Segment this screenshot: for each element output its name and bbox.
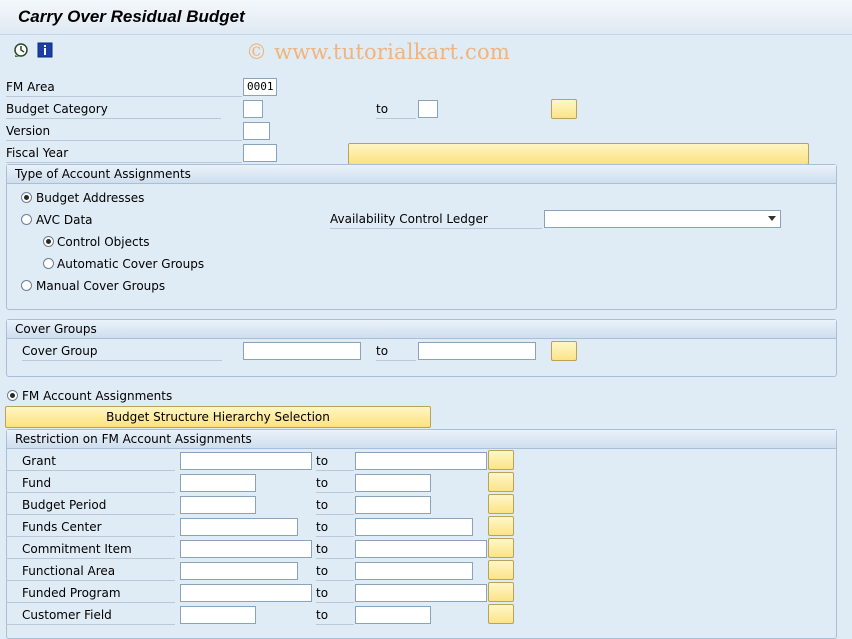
funded-program-from-input[interactable] xyxy=(180,584,312,602)
budget-period-to-input[interactable] xyxy=(355,496,431,514)
cover-groups-title: Cover Groups xyxy=(7,320,836,339)
budget-category-multiple-selection-button[interactable] xyxy=(551,99,577,119)
commitment-item-label: Commitment Item xyxy=(6,540,175,559)
cover-group-to-label: to xyxy=(376,342,416,361)
funds-center-to-label: to xyxy=(316,518,354,537)
funds-center-to-input[interactable] xyxy=(355,518,473,536)
budget-period-multiple-selection-button[interactable] xyxy=(488,494,514,514)
functional-area-to-input[interactable] xyxy=(355,562,473,580)
funds-center-multiple-selection-button[interactable] xyxy=(488,516,514,536)
budget-period-from-input[interactable] xyxy=(180,496,256,514)
grant-to-input[interactable] xyxy=(355,452,487,470)
fund-from-input[interactable] xyxy=(180,474,256,492)
chevron-down-icon xyxy=(768,216,776,221)
grant-multiple-selection-button[interactable] xyxy=(488,450,514,470)
commitment-item-to-label: to xyxy=(316,540,354,559)
customer-field-from-input[interactable] xyxy=(180,606,256,624)
funded-program-label: Funded Program xyxy=(6,584,175,603)
budget-structure-hierarchy-button[interactable]: Budget Structure Hierarchy Selection xyxy=(5,406,431,428)
restriction-title: Restriction on FM Account Assignments xyxy=(7,430,836,449)
cover-group-multiple-selection-button[interactable] xyxy=(551,341,577,361)
fund-multiple-selection-button[interactable] xyxy=(488,472,514,492)
availability-control-ledger-dropdown[interactable] xyxy=(544,210,781,228)
fm-area-label: FM Area xyxy=(6,78,242,97)
availability-control-ledger-label: Availability Control Ledger xyxy=(330,210,542,229)
functional-area-to-label: to xyxy=(316,562,354,581)
avc-data-radio[interactable] xyxy=(21,214,32,225)
budget-category-to-input[interactable] xyxy=(418,100,438,118)
cover-group-from-input[interactable] xyxy=(243,342,361,360)
commitment-item-from-input[interactable] xyxy=(180,540,312,558)
budget-category-from-input[interactable] xyxy=(243,100,263,118)
budget-category-to-label: to xyxy=(376,100,416,119)
automatic-cover-groups-radio[interactable] xyxy=(43,258,54,269)
budget-period-label: Budget Period xyxy=(6,496,175,515)
functional-area-multiple-selection-button[interactable] xyxy=(488,560,514,580)
page-title: Carry Over Residual Budget xyxy=(18,7,245,26)
info-icon[interactable] xyxy=(37,42,53,58)
functional-area-from-input[interactable] xyxy=(180,562,298,580)
watermark-text: © www.tutorialkart.com xyxy=(246,40,510,64)
funded-program-to-label: to xyxy=(316,584,354,603)
account-assignments-title: Type of Account Assignments xyxy=(7,165,836,184)
fund-to-input[interactable] xyxy=(355,474,431,492)
avc-data-label: AVC Data xyxy=(36,213,93,227)
customer-field-multiple-selection-button[interactable] xyxy=(488,604,514,624)
execute-clock-icon[interactable] xyxy=(13,42,29,58)
fm-account-assignments-label: FM Account Assignments xyxy=(22,389,173,403)
funds-center-label: Funds Center xyxy=(6,518,175,537)
functional-area-label: Functional Area xyxy=(6,562,175,581)
customer-field-to-input[interactable] xyxy=(355,606,431,624)
fm-area-input[interactable]: 0001 xyxy=(243,78,277,96)
budget-category-label: Budget Category xyxy=(6,100,221,119)
funded-program-multiple-selection-button[interactable] xyxy=(488,582,514,602)
grant-to-label: to xyxy=(316,452,354,471)
commitment-item-to-input[interactable] xyxy=(355,540,487,558)
funded-program-to-input[interactable] xyxy=(355,584,487,602)
fm-account-assignments-radio[interactable] xyxy=(7,390,18,401)
fund-to-label: to xyxy=(316,474,354,493)
customer-field-to-label: to xyxy=(316,606,354,625)
funds-center-from-input[interactable] xyxy=(180,518,298,536)
manual-cover-groups-label: Manual Cover Groups xyxy=(36,279,166,293)
commitment-item-multiple-selection-button[interactable] xyxy=(488,538,514,558)
fiscal-year-input[interactable] xyxy=(243,144,277,162)
fiscal-year-wide-button[interactable] xyxy=(348,143,809,165)
customer-field-label: Customer Field xyxy=(6,606,175,625)
automatic-cover-groups-label: Automatic Cover Groups xyxy=(57,257,205,271)
control-objects-radio[interactable] xyxy=(43,236,54,247)
budget-period-to-label: to xyxy=(316,496,354,515)
version-label: Version xyxy=(6,122,242,141)
budget-addresses-radio[interactable] xyxy=(21,192,32,203)
fiscal-year-label: Fiscal Year xyxy=(6,144,242,163)
cover-group-to-input[interactable] xyxy=(418,342,536,360)
grant-label: Grant xyxy=(6,452,175,471)
manual-cover-groups-radio[interactable] xyxy=(21,280,32,291)
control-objects-label: Control Objects xyxy=(57,235,150,249)
grant-from-input[interactable] xyxy=(180,452,312,470)
title-bar: Carry Over Residual Budget xyxy=(0,0,852,35)
cover-group-label: Cover Group xyxy=(22,342,222,361)
budget-addresses-label: Budget Addresses xyxy=(36,191,145,205)
fund-label: Fund xyxy=(6,474,175,493)
version-input[interactable] xyxy=(243,122,270,140)
